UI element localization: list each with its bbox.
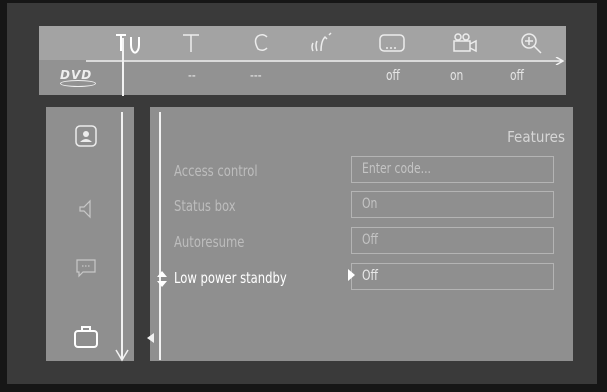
features-icon[interactable] — [70, 321, 102, 353]
chapter-icon[interactable] — [245, 29, 275, 57]
autoresume-value: Off — [362, 232, 378, 248]
camera-angle-icon[interactable] — [449, 29, 479, 57]
row-label-low-power-standby: Low power standby — [174, 269, 287, 287]
zoom-icon[interactable] — [517, 29, 547, 57]
title-value: -- — [188, 68, 196, 84]
top-icon-bar — [39, 26, 566, 60]
top-vertical-divider — [122, 38, 124, 96]
setup-icon[interactable] — [112, 29, 142, 57]
sidebar-down-arrow-icon — [115, 349, 129, 362]
low-power-standby-field[interactable]: Off — [351, 263, 554, 290]
row-label-autoresume: Autoresume — [174, 233, 245, 251]
dvd-logo-text: DVD — [60, 68, 93, 82]
top-divider-arrow — [86, 57, 565, 65]
title-icon[interactable] — [177, 29, 207, 57]
panel-divider — [159, 112, 161, 360]
panel-title: Features — [507, 128, 565, 146]
low-power-standby-value: Off — [362, 268, 378, 284]
access-control-field[interactable]: Enter code... — [351, 156, 554, 183]
status-box-field[interactable]: On — [351, 191, 554, 218]
row-label-status-box: Status box — [174, 197, 236, 215]
status-box-value: On — [362, 196, 378, 212]
language-icon[interactable] — [70, 251, 102, 283]
row-label-access-control: Access control — [174, 162, 258, 180]
access-control-value: Enter code... — [362, 161, 431, 177]
chapter-value: --- — [250, 68, 262, 84]
dvd-logo: DVD — [60, 68, 96, 87]
selection-arrow-icon — [348, 269, 355, 281]
subtitle-icon[interactable] — [377, 29, 407, 57]
sidebar-divider — [121, 112, 123, 360]
zoom-value: off — [510, 68, 524, 84]
value-bar — [39, 60, 566, 95]
angle-value: on — [450, 68, 464, 84]
autoresume-field[interactable]: Off — [351, 227, 554, 254]
panel-left-marker-icon — [147, 333, 154, 343]
picture-icon[interactable] — [70, 121, 102, 153]
up-down-arrows-icon — [157, 271, 167, 287]
subtitle-value: off — [386, 68, 400, 84]
sound-icon[interactable] — [70, 193, 102, 225]
audio-icon[interactable] — [307, 29, 337, 57]
